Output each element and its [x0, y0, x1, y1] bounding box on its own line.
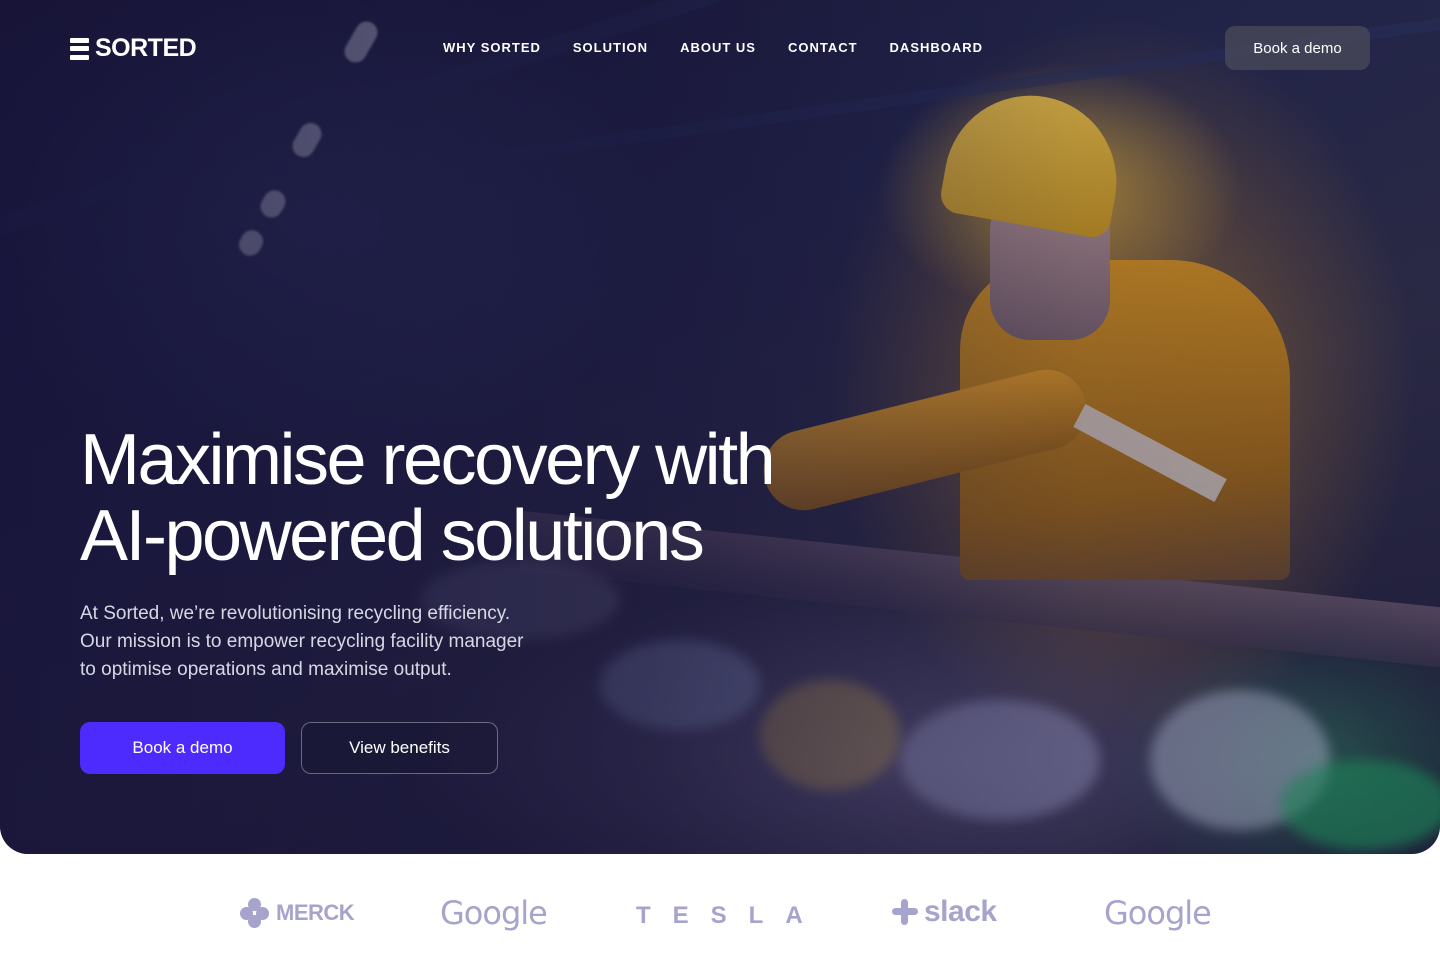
- nav-link-dashboard[interactable]: DASHBOARD: [890, 40, 984, 55]
- description-line-1: At Sorted, we’re revolutionising recycli…: [80, 603, 511, 624]
- merck-logo-icon: [240, 898, 270, 928]
- brand-logo[interactable]: SORTED: [70, 34, 197, 63]
- slack-logo: slack: [892, 895, 997, 929]
- tesla-logo-text: TESLA: [636, 902, 825, 929]
- hero-headline: Maximise recovery with AI-powered soluti…: [80, 422, 900, 574]
- hero-book-demo-button[interactable]: Book a demo: [80, 722, 285, 774]
- slack-logo-text: slack: [924, 895, 997, 928]
- top-navigation: SORTED WHY SORTED SOLUTION ABOUT US CONT…: [0, 0, 1440, 96]
- nav-link-solution[interactable]: SOLUTION: [573, 40, 648, 55]
- sorted-logo-icon: [70, 37, 89, 60]
- nav-link-why-sorted[interactable]: WHY SORTED: [443, 40, 541, 55]
- nav-link-about-us[interactable]: ABOUT US: [680, 40, 756, 55]
- google-logo-2: Google: [1104, 894, 1212, 932]
- headline-line-2: AI-powered solutions: [80, 496, 705, 576]
- nav-link-contact[interactable]: CONTACT: [788, 40, 858, 55]
- partner-logos: MERCK Google TESLA slack Google: [0, 880, 1440, 956]
- main-menu: WHY SORTED SOLUTION ABOUT US CONTACT DAS…: [443, 40, 983, 55]
- hero-description: At Sorted, we’re revolutionising recycli…: [80, 600, 570, 684]
- hero-section: SORTED WHY SORTED SOLUTION ABOUT US CONT…: [0, 0, 1440, 854]
- headline-line-1: Maximise recovery with: [80, 420, 776, 500]
- slack-logo-icon: [892, 899, 918, 925]
- description-line-3: to optimise operations and maximise outp…: [80, 659, 452, 680]
- description-line-2: Our mission is to empower recycling faci…: [80, 631, 524, 652]
- nav-book-demo-button[interactable]: Book a demo: [1225, 26, 1370, 70]
- google-logo-text: Google: [440, 894, 548, 932]
- google-logo-text-2: Google: [1104, 894, 1212, 932]
- tesla-logo: TESLA: [636, 902, 825, 930]
- google-logo: Google: [440, 894, 548, 932]
- view-benefits-button[interactable]: View benefits: [301, 722, 498, 774]
- brand-name: SORTED: [95, 34, 197, 62]
- merck-logo-text: MERCK: [276, 900, 355, 925]
- merck-logo: MERCK: [240, 898, 355, 928]
